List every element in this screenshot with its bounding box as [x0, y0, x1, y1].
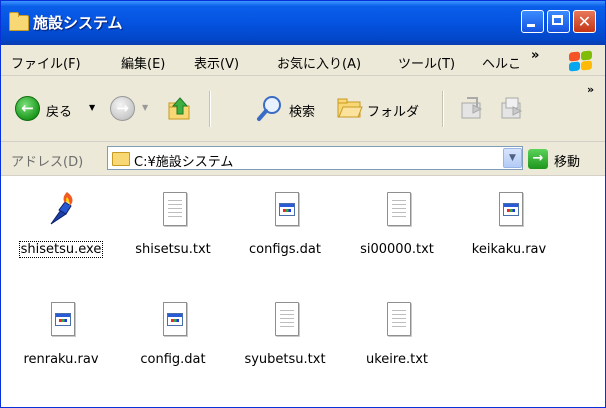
text-file-icon: [159, 190, 187, 228]
dat-file-icon: [271, 190, 299, 228]
back-label[interactable]: 戻る: [46, 101, 72, 120]
dat-file-icon: [47, 300, 75, 338]
up-folder-icon[interactable]: [167, 95, 193, 121]
back-button[interactable]: ←: [15, 96, 40, 121]
search-label[interactable]: 検索: [289, 101, 315, 120]
file-item[interactable]: shisetsu.exe: [11, 190, 111, 270]
window-title: 施設システム: [33, 14, 123, 32]
folders-label[interactable]: フォルダ: [367, 101, 419, 120]
back-history-dropdown[interactable]: ▼: [89, 103, 95, 112]
folders-icon[interactable]: [337, 97, 363, 119]
file-item[interactable]: ukeire.txt: [347, 300, 447, 380]
standard-toolbar: ← 戻る ▼ → ▼ 検索 フォルダ »: [1, 77, 605, 142]
toolbar-separator: [442, 91, 444, 127]
windows-logo-icon: [564, 50, 598, 73]
file-name: shisetsu.exe: [18, 241, 104, 258]
text-file-icon: [383, 190, 411, 228]
file-item[interactable]: shisetsu.txt: [123, 190, 223, 270]
address-input[interactable]: C:¥施設システム ▼: [107, 146, 523, 170]
text-file-icon: [383, 300, 411, 338]
address-label: アドレス(D): [11, 155, 84, 170]
menu-view[interactable]: 表示(V): [194, 53, 239, 72]
exe-torch-icon: [50, 192, 73, 225]
title-bar[interactable]: 施設システム ✕: [1, 1, 605, 45]
dat-file-icon: [159, 300, 187, 338]
menu-help[interactable]: ヘルこ: [482, 53, 521, 72]
file-item[interactable]: si00000.txt: [347, 190, 447, 270]
close-button[interactable]: ✕: [573, 10, 596, 33]
file-item[interactable]: renraku.rav: [11, 300, 111, 380]
forward-button[interactable]: →: [110, 96, 135, 121]
address-value[interactable]: C:¥施設システム: [134, 151, 233, 170]
text-file-icon: [271, 300, 299, 338]
folder-icon: [9, 12, 29, 31]
file-name: renraku.rav: [23, 352, 99, 367]
menu-favorites[interactable]: お気に入り(A): [277, 53, 361, 72]
search-icon[interactable]: [256, 94, 284, 122]
file-item[interactable]: keikaku.rav: [459, 190, 559, 270]
copy-to-icon[interactable]: [499, 95, 525, 121]
file-name: config.dat: [140, 352, 206, 367]
back-arrow-icon: ←: [21, 99, 34, 117]
forward-history-dropdown[interactable]: ▼: [142, 103, 148, 112]
forward-arrow-icon: →: [116, 99, 129, 117]
minimize-button[interactable]: [521, 10, 544, 33]
menu-file[interactable]: ファイル(F): [11, 53, 81, 72]
file-name: si00000.txt: [360, 242, 434, 257]
minimize-icon: [527, 24, 535, 27]
file-item[interactable]: syubetsu.txt: [235, 300, 335, 380]
go-label[interactable]: 移動: [554, 151, 580, 170]
menu-edit[interactable]: 編集(E): [121, 53, 165, 72]
go-button[interactable]: →: [528, 149, 548, 169]
file-name: ukeire.txt: [366, 352, 428, 367]
maximize-button[interactable]: [547, 10, 570, 33]
menu-bar: ファイル(F) 編集(E) 表示(V) お気に入り(A) ツール(T) ヘルこ …: [1, 45, 605, 76]
file-list-pane[interactable]: shisetsu.exe shisetsu.txt configs.dat si…: [1, 176, 605, 407]
menu-tools[interactable]: ツール(T): [398, 53, 455, 72]
toolbar-separator: [209, 91, 211, 127]
file-name: shisetsu.txt: [135, 242, 211, 257]
file-name: configs.dat: [248, 242, 321, 257]
menu-overflow-chevron[interactable]: »: [531, 48, 539, 63]
maximize-icon: [552, 15, 563, 25]
file-item[interactable]: config.dat: [123, 300, 223, 380]
folder-icon: [112, 152, 130, 166]
move-to-icon[interactable]: [459, 95, 485, 121]
close-icon: ✕: [577, 12, 592, 31]
file-name: syubetsu.txt: [244, 352, 326, 367]
address-bar: アドレス(D) C:¥施設システム ▼ → 移動: [1, 143, 605, 176]
file-item[interactable]: configs.dat: [235, 190, 335, 270]
address-dropdown-button[interactable]: ▼: [503, 148, 522, 168]
dat-file-icon: [495, 190, 523, 228]
explorer-window: 施設システム ✕ ファイル(F) 編集(E) 表示(V) お気に入り(A) ツー…: [0, 0, 606, 408]
go-arrow-icon: →: [532, 151, 544, 166]
file-name: keikaku.rav: [471, 242, 547, 257]
toolbar-overflow-chevron[interactable]: »: [587, 83, 594, 96]
